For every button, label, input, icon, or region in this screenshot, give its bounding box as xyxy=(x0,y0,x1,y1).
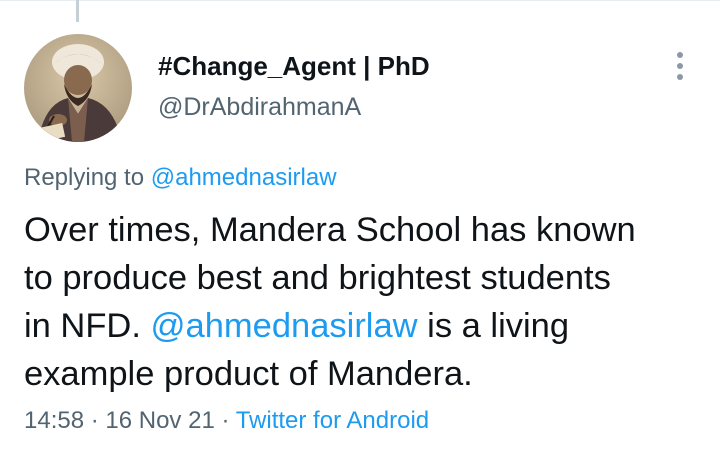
avatar-image xyxy=(24,34,132,142)
replying-to: Replying to @ahmednasirlaw xyxy=(24,164,337,192)
tweet-detail: #Change_Agent | PhD @DrAbdirahmanA Reply… xyxy=(0,0,720,459)
divider xyxy=(0,0,720,1)
tweet-text-line: example product of Mandera. xyxy=(24,355,473,393)
display-name[interactable]: #Change_Agent | PhD xyxy=(158,51,430,82)
tweet-text: Over times, Mandera School has known to … xyxy=(24,206,704,398)
tweet-text-line: Over times, Mandera School has known xyxy=(24,211,636,249)
meta-separator: · xyxy=(84,407,106,434)
avatar[interactable] xyxy=(24,34,132,142)
tweet-meta: 14:58 · 16 Nov 21 · Twitter for Android xyxy=(24,407,429,435)
more-vertical-icon[interactable] xyxy=(667,48,693,84)
mention-link[interactable]: @ahmednasirlaw xyxy=(151,307,418,345)
tweet-time[interactable]: 14:58 xyxy=(24,407,84,434)
replying-to-label: Replying to xyxy=(24,164,151,191)
user-handle[interactable]: @DrAbdirahmanA xyxy=(158,93,361,122)
tweet-date[interactable]: 16 Nov 21 xyxy=(105,407,214,434)
tweet-text-line: to produce best and brightest students xyxy=(24,259,611,297)
replying-to-handle-link[interactable]: @ahmednasirlaw xyxy=(151,164,337,191)
thread-line xyxy=(76,0,79,22)
meta-separator: · xyxy=(214,407,236,434)
tweet-text-segment: is a living xyxy=(417,307,570,345)
tweet-text-segment: in NFD. xyxy=(24,307,151,345)
tweet-source-link[interactable]: Twitter for Android xyxy=(236,407,429,434)
tweet-text-line: in NFD. @ahmednasirlaw is a living xyxy=(24,302,704,350)
